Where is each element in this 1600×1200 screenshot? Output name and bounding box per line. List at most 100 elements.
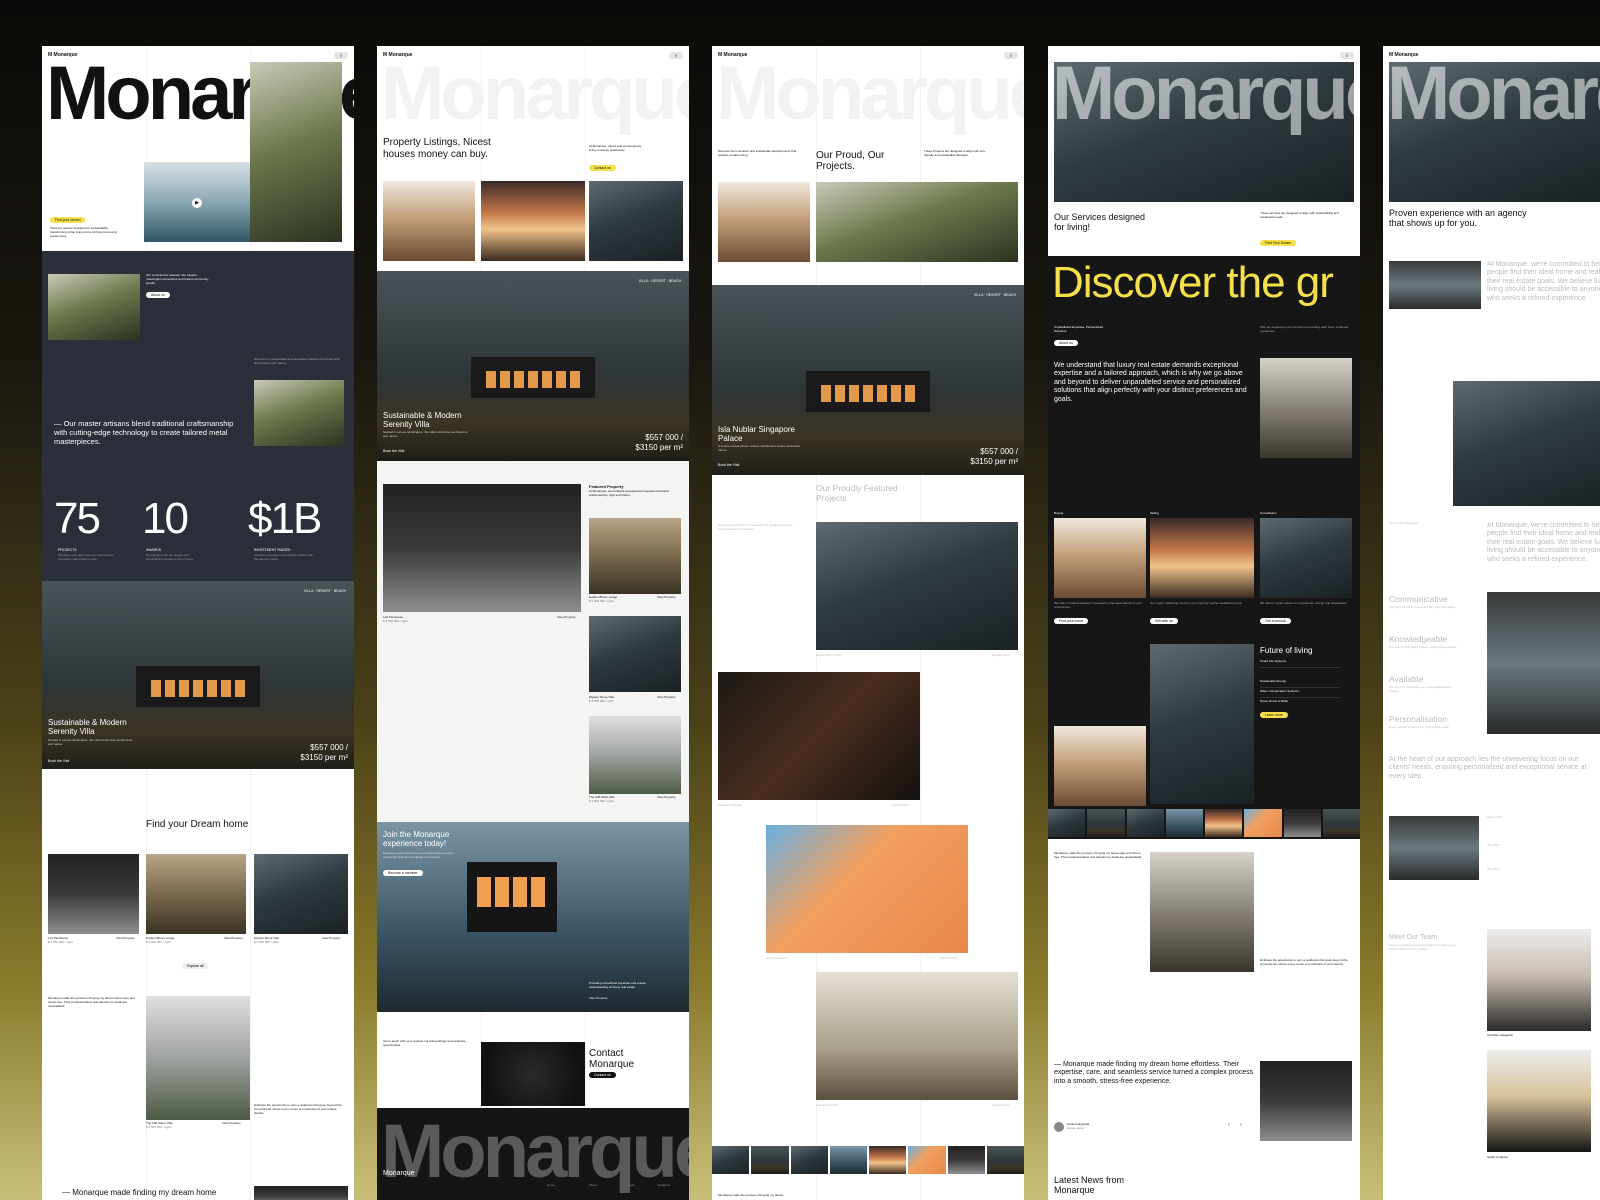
- join-button[interactable]: Become a member: [383, 870, 423, 876]
- loft-link[interactable]: View Property: [557, 615, 576, 620]
- villa-banner: VILLA · RESORT · BEACH Isla Nublar Singa…: [712, 285, 1024, 475]
- join-link[interactable]: View Property: [589, 996, 608, 1001]
- thumb-5[interactable]: [869, 1146, 907, 1174]
- project-image-2[interactable]: [816, 182, 1018, 262]
- about-text-1: At Monarque, we're committed to helping …: [1487, 261, 1600, 302]
- featured-link-1[interactable]: Explore More: [992, 653, 1010, 658]
- history-2: Our 2020: [1487, 843, 1500, 847]
- side-image-cliff[interactable]: [589, 716, 681, 794]
- service-image-consultation[interactable]: [1260, 518, 1352, 598]
- thumb-2[interactable]: [751, 1146, 789, 1174]
- featured-project-1[interactable]: [816, 522, 1018, 650]
- logo[interactable]: M Monarque: [1389, 52, 1418, 58]
- team-member-1-name: Christian Haygarda: [1487, 1033, 1513, 1037]
- villa-book-link[interactable]: Book the Visit: [48, 759, 69, 763]
- villa-desc: A serene retreat where modern architectu…: [718, 444, 800, 452]
- side-link-cliff[interactable]: View Property: [657, 795, 676, 800]
- thumb-3[interactable]: [790, 1146, 828, 1174]
- thumb-4[interactable]: [829, 1146, 867, 1174]
- side-image-golden[interactable]: [589, 518, 681, 594]
- value-available-desc: We are here whenever you need guidance a…: [1389, 685, 1452, 693]
- thumb-4[interactable]: [1165, 809, 1203, 837]
- menu-icon[interactable]: ≡: [1004, 51, 1018, 59]
- contact-us-button[interactable]: Contact us: [589, 1072, 616, 1078]
- next-arrow-icon[interactable]: ›: [1240, 1122, 1242, 1128]
- contact-map[interactable]: [481, 1042, 585, 1106]
- footer-col-instagram[interactable]: Instagram: [657, 1183, 670, 1188]
- play-icon[interactable]: ▶: [192, 198, 202, 208]
- listing-image-1[interactable]: [383, 181, 475, 261]
- menu-icon[interactable]: ≡: [1340, 51, 1354, 59]
- card-image-golden[interactable]: [146, 854, 246, 934]
- villa-book-link[interactable]: Book the Visit: [383, 449, 404, 453]
- thumb-8[interactable]: [986, 1146, 1024, 1174]
- future-item-2[interactable]: Sustainable Energy: [1260, 679, 1340, 688]
- thumb-1[interactable]: [1048, 809, 1086, 837]
- hero-image-pool-house[interactable]: ▶: [144, 162, 250, 242]
- thumb-8[interactable]: [1322, 809, 1360, 837]
- logo[interactable]: M Monarque: [383, 52, 412, 58]
- featured-link-2[interactable]: Explore More: [892, 803, 910, 808]
- contact-button[interactable]: Contact us: [589, 165, 616, 171]
- expertise-side: With an unwavering commitment to providi…: [1260, 325, 1349, 333]
- service-button-selling[interactable]: Sell with us: [1150, 618, 1178, 624]
- listings-sub: At Monarque, nature and contemporary liv…: [589, 144, 642, 152]
- logo[interactable]: M Monarque: [1054, 52, 1083, 58]
- future-button[interactable]: Learn more: [1260, 712, 1288, 718]
- side-link-golden[interactable]: View Property: [657, 595, 676, 600]
- find-dream-button[interactable]: Find your dream: [50, 217, 86, 223]
- team-member-1-photo[interactable]: [1487, 929, 1591, 1031]
- future-item-1[interactable]: Smart Life Systems: [1260, 659, 1340, 668]
- card-link-golden[interactable]: View Property: [224, 936, 243, 941]
- team-member-2-photo[interactable]: [1487, 1050, 1591, 1152]
- cliff-villa-link[interactable]: View Property: [222, 1121, 241, 1126]
- card-link-elysian[interactable]: View Property: [322, 936, 341, 941]
- thumb-3[interactable]: [1126, 809, 1164, 837]
- featured-project-4[interactable]: [816, 972, 1018, 1100]
- service-desc-buying: We offer a curated selection of exquisit…: [1054, 601, 1143, 609]
- side-image-elysian[interactable]: [589, 616, 681, 692]
- listing-image-2[interactable]: [481, 181, 585, 261]
- card-image-loft[interactable]: [48, 854, 139, 934]
- project-image-1[interactable]: [718, 182, 810, 262]
- future-item-4[interactable]: Green Roofs & Walls: [1260, 699, 1340, 704]
- thumb-7[interactable]: [947, 1146, 985, 1174]
- featured-project-2[interactable]: [718, 672, 920, 800]
- featured-link-3[interactable]: Explore More: [940, 956, 958, 961]
- featured-image-loft[interactable]: [383, 484, 581, 612]
- villa-banner: VILLA · RESORT · BEACH Sustainable & Mod…: [42, 581, 354, 769]
- footer-col-legal[interactable]: Legal: [627, 1183, 634, 1188]
- footer-col-home[interactable]: Home: [547, 1183, 555, 1188]
- featured-project-3[interactable]: [766, 825, 968, 953]
- services-button[interactable]: Find Your Dream: [1260, 240, 1297, 246]
- card-link-loft[interactable]: View Property: [116, 936, 135, 941]
- cliff-villa-image[interactable]: [146, 996, 250, 1120]
- prev-arrow-icon[interactable]: ‹: [1228, 1122, 1230, 1128]
- footer-col-about[interactable]: About: [589, 1183, 597, 1188]
- thumb-2[interactable]: [1087, 809, 1125, 837]
- footer-logo[interactable]: Monarque: [383, 1170, 415, 1177]
- thumb-1[interactable]: [712, 1146, 750, 1174]
- featured-link-4[interactable]: Explore More: [992, 1103, 1010, 1108]
- thumb-7[interactable]: [1283, 809, 1321, 837]
- menu-icon[interactable]: ≡: [334, 51, 348, 59]
- logo[interactable]: M Monarque: [718, 52, 747, 58]
- listing-image-3[interactable]: [589, 181, 683, 261]
- villa-book-link[interactable]: Book the Visit: [718, 463, 739, 467]
- navbar: M Monarque ≡: [383, 50, 683, 60]
- side-link-elysian[interactable]: View Property: [657, 695, 676, 700]
- service-image-selling[interactable]: [1150, 518, 1254, 598]
- service-button-buying[interactable]: Find your home: [1054, 618, 1089, 624]
- menu-icon[interactable]: ≡: [669, 51, 683, 59]
- thumb-6[interactable]: [908, 1146, 946, 1174]
- expertise-button[interactable]: About us: [1054, 340, 1078, 346]
- future-item-3[interactable]: Water Conservation Systems: [1260, 689, 1340, 698]
- explore-all-button[interactable]: Explore all: [182, 963, 209, 969]
- service-button-consultation[interactable]: Get a consult: [1260, 618, 1291, 624]
- logo[interactable]: M Monarque: [48, 52, 77, 58]
- thumb-5[interactable]: [1205, 809, 1243, 837]
- service-image-buying[interactable]: [1054, 518, 1146, 598]
- card-image-elysian[interactable]: [254, 854, 348, 934]
- thumb-6[interactable]: [1244, 809, 1282, 837]
- about-button[interactable]: About us: [146, 292, 170, 298]
